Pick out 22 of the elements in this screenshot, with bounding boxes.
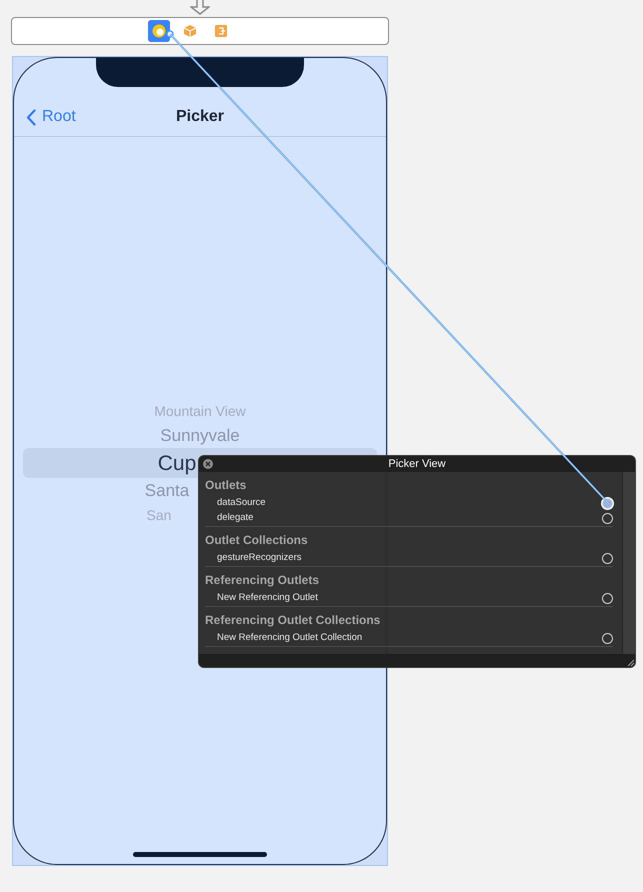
outlet-label: dataSource [217,496,266,510]
resize-grip-icon[interactable] [625,657,635,667]
outlet-label: New Referencing Outlet [217,591,318,606]
outlet-label: delegate [217,511,254,526]
section-heading: Outlets [205,477,248,494]
picker-row[interactable]: Mountain View [154,404,246,418]
back-button[interactable]: Root [26,105,76,129]
outlet-label: gestureRecognizers [217,551,302,566]
chevron-left-icon [26,108,36,126]
close-icon [205,461,211,467]
picker-row[interactable]: San [146,508,172,522]
nav-title: Picker [176,107,224,127]
picker-row[interactable]: Sunnyvale [160,427,240,444]
panel-title: Picker View [388,456,446,472]
picker-row[interactable]: Santa [144,482,190,499]
section-heading: Outlet Collections [205,532,309,549]
section-heading: Referencing Outlet Collections [205,612,382,629]
close-button[interactable] [203,459,213,469]
outlet-label: New Referencing Outlet Collection [217,631,362,646]
view-controller-icon[interactable] [148,20,170,42]
section-heading: Referencing Outlets [205,572,320,589]
picker-row[interactable]: Cup [158,452,196,474]
